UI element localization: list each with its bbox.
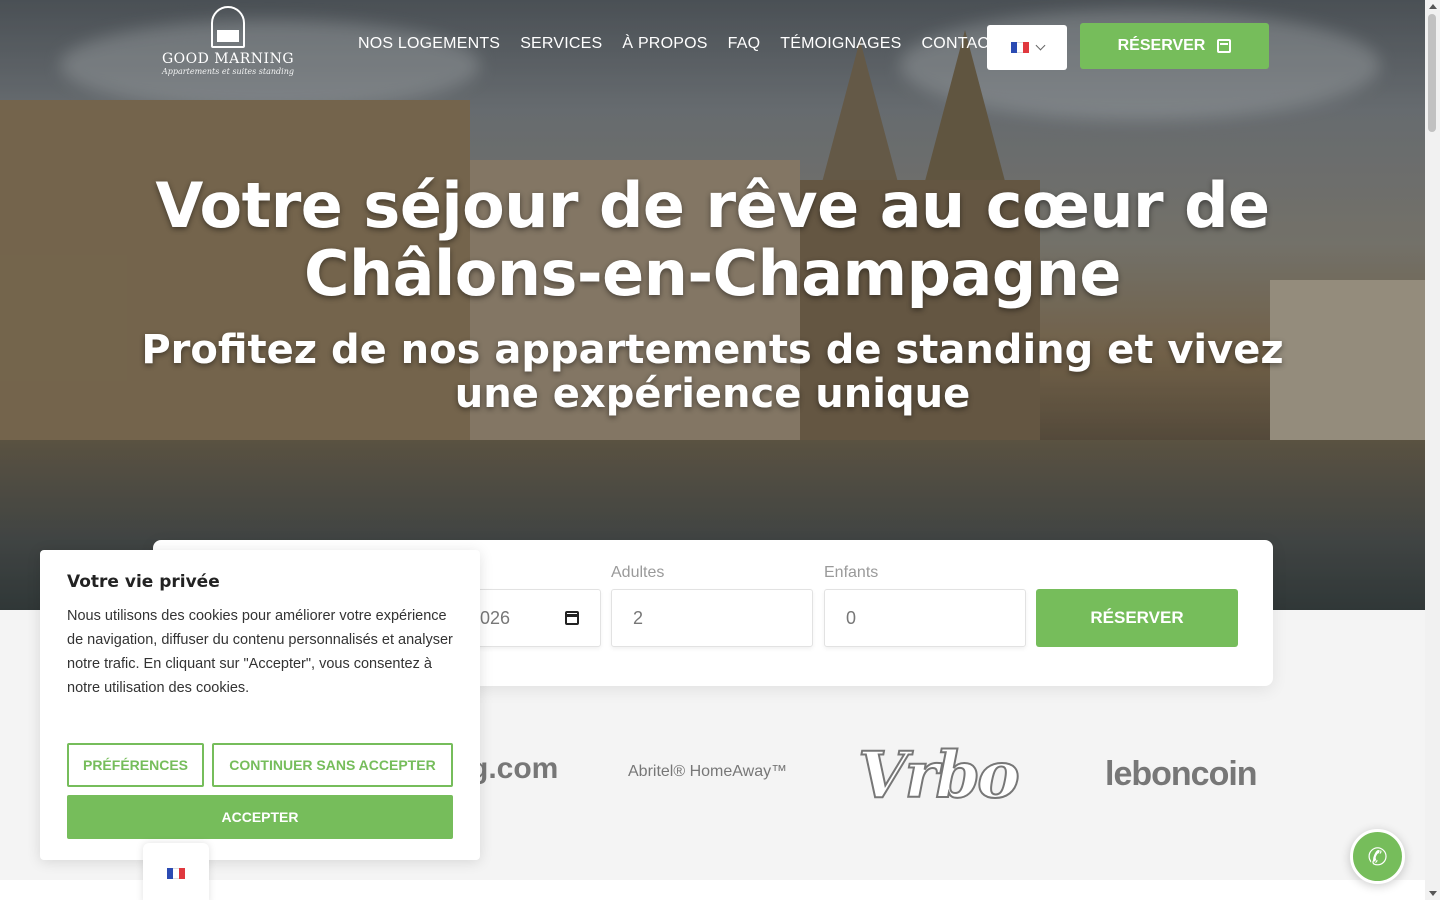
booking-submit-button[interactable]: RÉSERVER xyxy=(1036,589,1238,647)
nav-item-a-propos[interactable]: À PROPOS xyxy=(622,35,707,53)
nav-item-faq[interactable]: FAQ xyxy=(728,35,761,53)
partner-logo-abritel: Abritel® HomeAway™ xyxy=(628,763,788,780)
scrollbar-thumb[interactable] xyxy=(1428,14,1436,132)
language-selector[interactable] xyxy=(987,25,1067,70)
site-logo[interactable]: GOOD MARNING Appartements et suites stan… xyxy=(158,6,298,88)
cookie-accept-button[interactable]: ACCEPTER xyxy=(67,795,453,839)
adults-field[interactable]: 2 xyxy=(611,589,813,647)
nav-item-temoignages[interactable]: TÉMOIGNAGES xyxy=(780,35,901,53)
calendar-icon[interactable] xyxy=(565,611,579,625)
hero-title-line1: Votre séjour de rêve au cœur de xyxy=(155,169,1270,242)
logo-icon xyxy=(211,6,245,48)
partner-logo-vrbo: Vrbo xyxy=(857,737,1021,814)
partner-logo-leboncoin: leboncoin xyxy=(1105,755,1258,793)
logo-tagline: Appartements et suites standing xyxy=(162,67,294,76)
hero-subtitle-line2: une expérience unique xyxy=(454,371,971,417)
adults-label: Adultes xyxy=(611,564,665,581)
cookie-text: Nous utilisons des cookies pour améliore… xyxy=(67,608,453,696)
cookie-continue-button[interactable]: CONTINUER SANS ACCEPTER xyxy=(212,743,453,787)
partner-logo-booking: g.com xyxy=(470,752,559,785)
scroll-up-icon[interactable] xyxy=(1429,4,1437,9)
france-flag-icon xyxy=(1010,42,1029,53)
children-value: 0 xyxy=(846,607,857,628)
phone-icon: ✆ xyxy=(1367,842,1388,871)
hero-title: Votre séjour de rêve au cœur de Châlons-… xyxy=(0,172,1425,308)
cookie-consent-dialog: Votre vie privée Nous utilisons des cook… xyxy=(40,550,480,860)
page-scrollbar[interactable] xyxy=(1425,0,1440,900)
adults-value: 2 xyxy=(633,607,644,628)
calendar-icon xyxy=(1217,39,1232,53)
chevron-down-icon xyxy=(1035,40,1045,51)
nav-item-logements[interactable]: NOS LOGEMENTS xyxy=(358,35,500,53)
france-flag-icon xyxy=(167,867,185,879)
floating-language-switcher[interactable] xyxy=(143,843,209,900)
children-field[interactable]: 0 xyxy=(824,589,1026,647)
hero-title-line2: Châlons-en-Champagne xyxy=(304,237,1121,310)
call-button[interactable]: ✆ xyxy=(1350,829,1405,884)
hero-subtitle-line1: Profitez de nos appartements de standing… xyxy=(141,327,1284,373)
children-label: Enfants xyxy=(824,564,879,581)
header-reserve-button[interactable]: RÉSERVER xyxy=(1080,23,1269,69)
main-nav: NOS LOGEMENTS SERVICES À PROPOS FAQ TÉMO… xyxy=(358,35,999,53)
scroll-down-icon[interactable] xyxy=(1429,891,1437,896)
reserve-label: RÉSERVER xyxy=(1117,37,1206,54)
logo-name: GOOD MARNING xyxy=(161,51,294,67)
cookie-preferences-button[interactable]: PRÉFÉRENCES xyxy=(67,743,204,787)
cookie-title: Votre vie privée xyxy=(67,572,220,592)
nav-item-services[interactable]: SERVICES xyxy=(520,35,602,53)
next-section xyxy=(0,880,1425,900)
hero-subtitle: Profitez de nos appartements de standing… xyxy=(0,328,1425,416)
